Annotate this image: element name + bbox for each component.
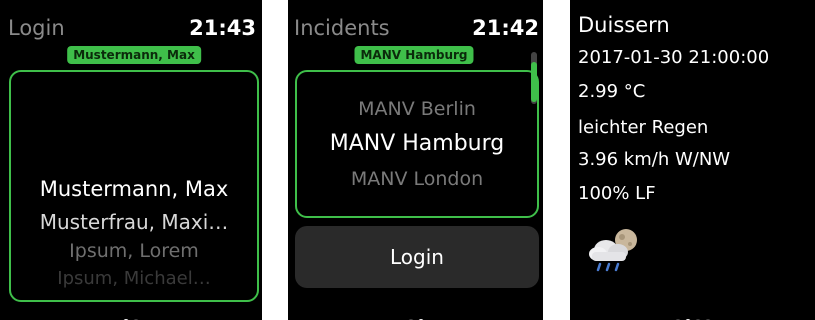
- rain-cloud-moon-icon: [589, 229, 637, 272]
- picker-option[interactable]: Ipsum, Michael…: [11, 268, 257, 289]
- picker-option-selected[interactable]: MANV Hamburg: [297, 131, 537, 156]
- temperature: 2.99 °C: [578, 81, 646, 102]
- incident-picker[interactable]: MANV Berlin MANV Hamburg MANV London: [295, 70, 539, 218]
- picker-option[interactable]: MANV Berlin: [297, 98, 537, 120]
- screen-title: Login: [8, 16, 65, 40]
- picker-option[interactable]: Ipsum, Lorem: [11, 240, 257, 262]
- login-screen: Login 21:43 Mustermann, Max Mustermann, …: [0, 0, 262, 320]
- location-name: Duissern: [578, 13, 670, 37]
- picker-option[interactable]: MANV London: [297, 168, 537, 190]
- weather-condition: leichter Regen: [578, 117, 709, 138]
- picker-option-selected[interactable]: Mustermann, Max: [11, 177, 257, 201]
- login-button[interactable]: Login: [295, 226, 539, 288]
- humidity: 100% LF: [578, 183, 656, 204]
- selected-incident-badge: MANV Hamburg: [354, 46, 474, 64]
- clock-time: 21:43: [189, 16, 256, 40]
- weather-screen: Duissern 2017-01-30 21:00:00 2.99 °C lei…: [570, 0, 815, 320]
- user-picker[interactable]: Mustermann, Max Musterfrau, Maxi… Ipsum,…: [9, 70, 259, 302]
- incidents-screen: Incidents 21:42 MANV Hamburg MANV Berlin…: [288, 0, 543, 320]
- page-indicator: [0, 310, 262, 320]
- page-indicator: [570, 310, 815, 320]
- wind-info: 3.96 km/h W/NW: [578, 149, 731, 170]
- selected-user-badge: Mustermann, Max: [67, 46, 201, 64]
- picker-option[interactable]: Musterfrau, Maxi…: [11, 210, 257, 234]
- scroll-indicator[interactable]: [531, 62, 537, 102]
- weather-datetime: 2017-01-30 21:00:00: [578, 47, 770, 68]
- page-indicator: [288, 310, 543, 320]
- clock-time: 21:42: [472, 16, 539, 40]
- screen-title: Incidents: [294, 16, 390, 40]
